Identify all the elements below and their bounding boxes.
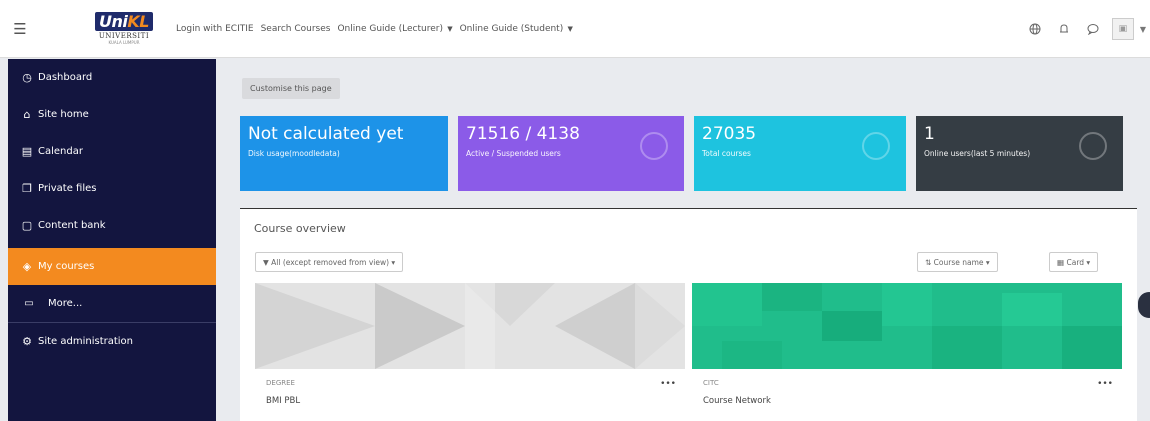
sort-icon: ⇅ — [925, 258, 934, 267]
sidebar-item-label: Site administration — [38, 336, 134, 347]
graduation-cap-icon — [862, 132, 890, 160]
more-options-icon[interactable]: ••• — [1097, 379, 1113, 389]
login-ecitie-link[interactable]: Login with ECITIE — [176, 24, 254, 34]
graduation-cap-icon: ◈ — [22, 260, 32, 273]
sidebar-item-site-home[interactable]: ⌂ Site home — [8, 96, 216, 133]
course-card[interactable]: CITC Course Network ••• — [692, 283, 1122, 421]
course-view-dropdown[interactable]: ▦ Card ▾ — [1049, 252, 1099, 272]
top-navbar: ☰ UniKL UNIVERSITI KUALA LUMPUR Login wi… — [0, 0, 1150, 58]
stat-card-users: 71516 / 4138 Active / Suspended users — [458, 116, 684, 191]
home-icon: ⌂ — [23, 108, 31, 121]
sidebar-item-label: Calendar — [38, 146, 83, 157]
stat-card-online-users: 1 Online users(last 5 minutes) — [916, 116, 1123, 191]
sidebar-item-label: Dashboard — [38, 72, 93, 83]
course-card[interactable]: DEGREE BMI PBL ••• — [255, 283, 685, 421]
users-icon — [640, 132, 668, 160]
filter-icon: ▼ — [263, 258, 272, 267]
sidebar-item-label: Site home — [38, 109, 89, 120]
course-image[interactable] — [692, 283, 1122, 369]
user-icon — [1079, 132, 1107, 160]
chevron-down-icon: ▼ — [565, 24, 573, 33]
hamburger-menu-icon[interactable]: ☰ — [0, 0, 40, 58]
globe-icon[interactable] — [1022, 16, 1048, 42]
stat-card-courses: 27035 Total courses — [694, 116, 906, 191]
chevron-down-icon: ▾ — [1084, 258, 1091, 267]
speedometer-icon: ◷ — [22, 71, 32, 84]
course-overview-block: Course overview ▼ All (except removed fr… — [240, 208, 1137, 421]
search-courses-link[interactable]: Search Courses — [261, 24, 331, 34]
stat-value: Not calculated yet — [248, 124, 404, 144]
stat-card-disk-usage: Not calculated yet Disk usage(moodledata… — [240, 116, 448, 191]
guide-lecturer-menu[interactable]: Online Guide (Lecturer) ▼ — [337, 24, 452, 34]
chevron-down-icon: ▼ — [444, 24, 453, 33]
stat-label: Disk usage(moodledata) — [248, 149, 340, 158]
avatar[interactable]: ▣ — [1111, 18, 1134, 40]
course-category: DEGREE — [266, 379, 295, 387]
sidebar-item-site-administration[interactable]: ⚙ Site administration — [8, 323, 216, 360]
bank-icon: ▢ — [21, 219, 33, 232]
sidebar-item-more[interactable]: ▭ More... — [8, 285, 216, 322]
sidebar-item-my-courses[interactable]: ◈ My courses — [8, 248, 216, 285]
logo-line1: UNIVERSITI — [98, 32, 150, 40]
chevron-down-icon: ▾ — [389, 258, 396, 267]
sidebar-item-private-files[interactable]: ❐ Private files — [8, 170, 216, 207]
logo-line2: KUALA LUMPUR — [108, 40, 140, 45]
stats-cards: Not calculated yet Disk usage(moodledata… — [240, 116, 1123, 191]
logo-brand: UniKL — [95, 12, 153, 31]
drawer-toggle-button[interactable] — [1138, 292, 1150, 318]
sidebar-item-label: More... — [48, 298, 83, 309]
customise-page-button[interactable]: Customise this page — [242, 78, 340, 99]
course-name-link[interactable]: BMI PBL — [266, 396, 674, 406]
navbar-right-icons: ▣ ▼ — [1019, 0, 1150, 58]
unikl-logo[interactable]: UniKL UNIVERSITI KUALA LUMPUR — [74, 4, 174, 54]
bell-icon[interactable] — [1051, 16, 1077, 42]
more-options-icon[interactable]: ••• — [660, 379, 676, 389]
course-sort-dropdown[interactable]: ⇅ Course name ▾ — [917, 252, 998, 272]
course-overview-title: Course overview — [254, 222, 346, 235]
sidebar-item-calendar[interactable]: ▤ Calendar — [8, 133, 216, 170]
chevron-down-icon: ▾ — [983, 258, 990, 267]
course-category: CITC — [703, 379, 719, 387]
chat-icon[interactable] — [1080, 16, 1106, 42]
gear-icon: ⚙ — [22, 335, 32, 348]
course-filter-dropdown[interactable]: ▼ All (except removed from view) ▾ — [255, 252, 404, 272]
folder-icon: ▭ — [24, 298, 34, 309]
sidebar-item-content-bank[interactable]: ▢ Content bank — [8, 207, 216, 244]
sidebar-item-label: Content bank — [38, 220, 106, 231]
files-icon: ❐ — [22, 182, 32, 195]
guide-student-menu[interactable]: Online Guide (Student) ▼ — [460, 24, 573, 34]
chevron-down-icon[interactable]: ▼ — [1140, 25, 1146, 34]
course-image[interactable] — [255, 283, 685, 369]
course-name-link[interactable]: Course Network — [703, 396, 1111, 406]
sidebar: ◷ Dashboard ⌂ Site home ▤ Calendar ❐ Pri… — [8, 59, 216, 421]
sidebar-item-label: Private files — [38, 183, 97, 194]
calendar-icon: ▤ — [21, 145, 33, 158]
top-links: Login with ECITIE Search Courses Online … — [176, 24, 573, 34]
sidebar-item-label: My courses — [38, 261, 95, 272]
course-meta: CITC Course Network ••• — [692, 369, 1122, 406]
sidebar-item-dashboard[interactable]: ◷ Dashboard — [8, 59, 216, 96]
course-meta: DEGREE BMI PBL ••• — [255, 369, 685, 406]
